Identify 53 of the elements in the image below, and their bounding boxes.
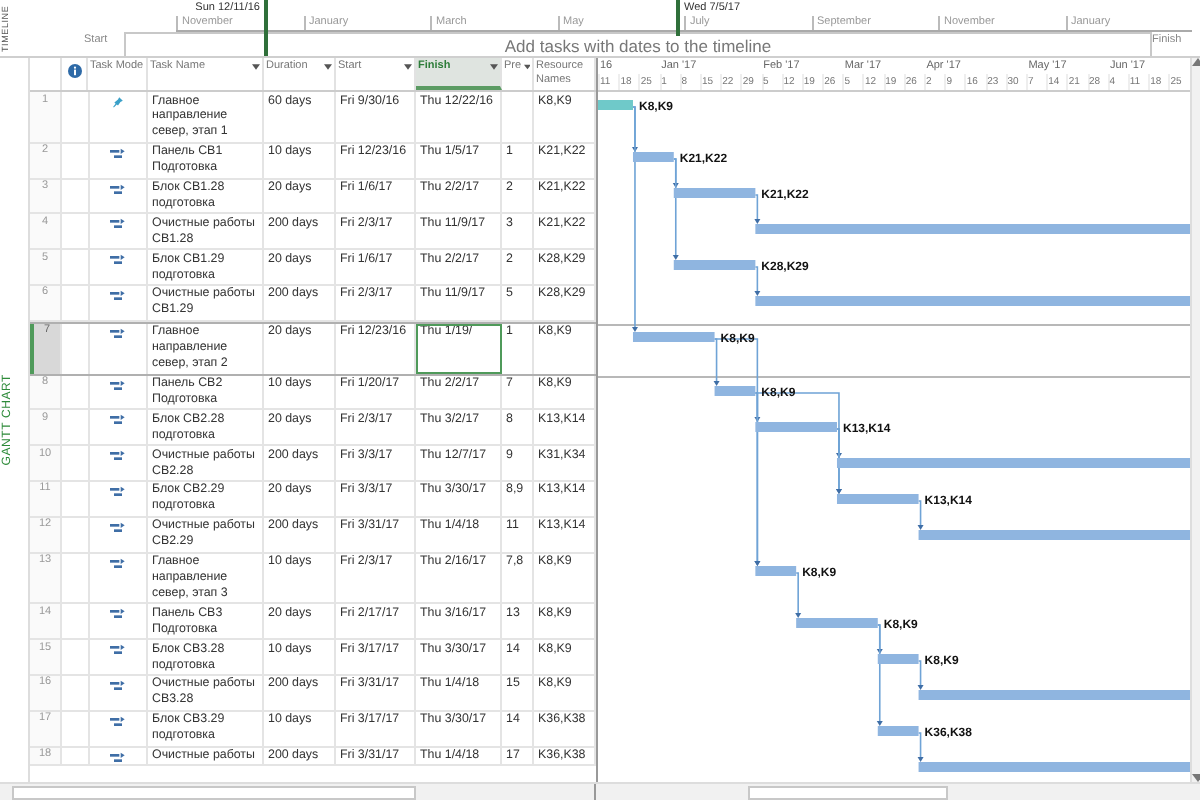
gantt-task-icon (110, 183, 126, 196)
dependency-arrow (917, 732, 924, 762)
filter-arrow-icon[interactable] (523, 64, 530, 70)
table-horizontal-scrollbar[interactable] (0, 784, 593, 800)
dependency-arrow (754, 194, 761, 224)
gantt-task-icon (110, 450, 126, 463)
gantt-task-icon (110, 147, 126, 160)
task-bar[interactable] (632, 152, 674, 162)
gantt-task-icon (110, 254, 126, 267)
gantt-task-icon (110, 485, 126, 498)
task-bar[interactable] (673, 260, 756, 270)
gantt-task-icon (110, 679, 126, 692)
gantt-task-icon (110, 218, 126, 231)
task-bar[interactable] (836, 458, 1190, 468)
dependency-arrow (917, 500, 924, 530)
pin-icon (110, 96, 126, 108)
gantt-task-icon (110, 521, 126, 534)
chart-horizontal-scrollbar[interactable] (593, 784, 1200, 800)
gantt-task-icon (110, 327, 126, 340)
task-bar[interactable] (877, 726, 919, 736)
task-bar[interactable] (598, 100, 633, 110)
task-bar[interactable] (755, 566, 797, 576)
dependency-arrow (754, 266, 761, 296)
gantt-task-icon (110, 289, 126, 302)
filter-arrow-icon[interactable] (252, 64, 260, 70)
timeline-bar[interactable]: Add tasks with dates to the timeline (124, 32, 1152, 56)
vertical-scrollbar[interactable] (1190, 58, 1200, 782)
gantt-task-icon (110, 751, 126, 764)
dependency-arrow (795, 572, 802, 618)
gantt-task-icon (110, 557, 126, 570)
column-header[interactable] (62, 58, 88, 90)
timeline-placeholder: Add tasks with dates to the timeline (504, 35, 772, 55)
gantt-task-icon (110, 715, 126, 728)
task-bar[interactable] (714, 386, 756, 396)
filter-arrow-icon[interactable] (490, 64, 498, 70)
task-bar[interactable] (755, 224, 1190, 234)
task-bar[interactable] (877, 654, 919, 664)
dependency-arrow (917, 660, 924, 690)
gantt-task-icon (110, 379, 126, 391)
gantt-task-icon (110, 414, 126, 427)
info-icon (67, 64, 81, 78)
gantt-task-icon (110, 644, 126, 657)
task-bar[interactable] (755, 422, 837, 432)
gantt-task-icon (110, 608, 126, 621)
task-bar[interactable] (755, 296, 1190, 306)
task-bar[interactable] (918, 690, 1190, 700)
filter-arrow-icon[interactable] (324, 64, 332, 70)
task-bar[interactable] (632, 332, 715, 342)
filter-arrow-icon[interactable] (404, 64, 412, 70)
task-bar[interactable] (673, 188, 756, 198)
task-bar[interactable] (796, 618, 878, 628)
task-bar[interactable] (918, 530, 1190, 540)
task-bar[interactable] (836, 494, 919, 504)
